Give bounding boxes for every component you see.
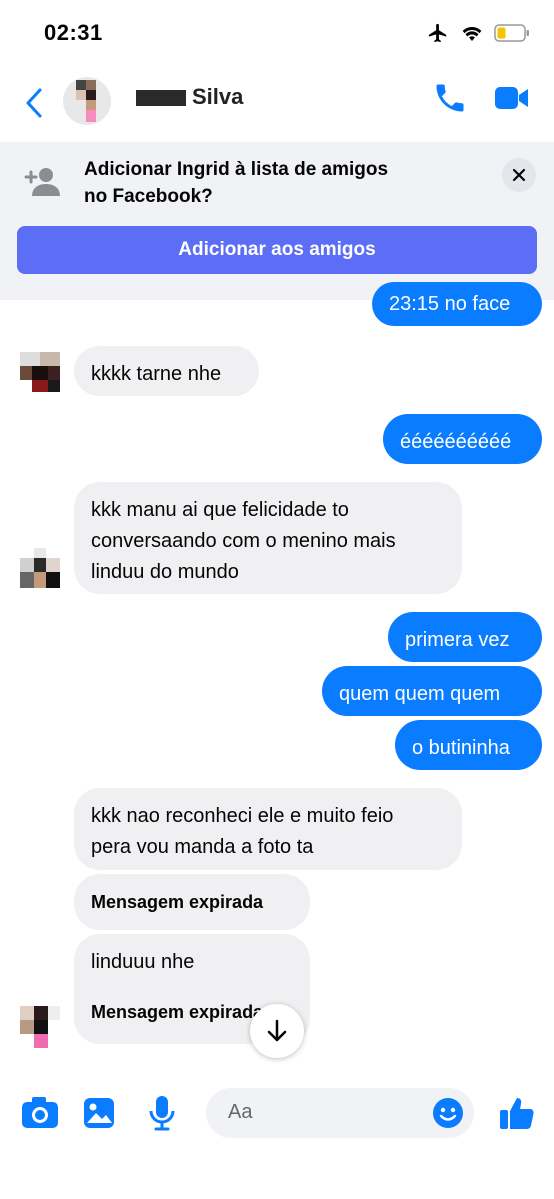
expired-message[interactable]: Mensagem expirada: [74, 874, 310, 930]
battery-icon: [494, 24, 529, 42]
avatar[interactable]: [20, 352, 60, 392]
avatar[interactable]: [20, 548, 60, 588]
message-outgoing-cut[interactable]: 23:15 no face: [372, 282, 542, 326]
banner-text: Adicionar Ingrid à lista de amigos no Fa…: [84, 159, 389, 207]
gallery-icon[interactable]: [82, 1096, 116, 1130]
message-input[interactable]: Aa: [206, 1088, 474, 1138]
chat-header: Silva: [0, 62, 554, 143]
emoji-icon[interactable]: [432, 1097, 464, 1129]
add-person-icon: [24, 168, 60, 196]
message-incoming[interactable]: kkk nao reconheci ele e muito feio pera …: [74, 788, 462, 870]
like-icon[interactable]: [498, 1094, 536, 1132]
airplane-icon: [428, 23, 447, 43]
message-outgoing[interactable]: éééééééééé: [383, 414, 542, 464]
close-icon: [512, 168, 526, 182]
avatar[interactable]: [62, 72, 112, 130]
add-friend-banner: Adicionar Ingrid à lista de amigos no Fa…: [0, 142, 554, 300]
back-chevron-icon[interactable]: [22, 86, 46, 120]
status-icons: [426, 22, 530, 44]
redaction-block: [136, 90, 186, 107]
status-time: 02:31: [44, 20, 103, 45]
add-friend-button[interactable]: Adicionar aos amigos: [17, 226, 537, 274]
close-button[interactable]: [502, 158, 536, 192]
phone-icon[interactable]: [432, 80, 468, 116]
message-outgoing[interactable]: o butininha: [395, 720, 542, 770]
arrow-down-icon: [267, 1019, 287, 1042]
message-incoming[interactable]: kkkk tarne nhe: [74, 346, 259, 396]
camera-icon[interactable]: [20, 1096, 60, 1130]
wifi-icon: [462, 26, 482, 41]
message-outgoing[interactable]: primera vez: [388, 612, 542, 662]
message-input-placeholder: Aa: [228, 1101, 253, 1123]
message-outgoing[interactable]: quem quem quem: [322, 666, 542, 716]
avatar[interactable]: [20, 1006, 60, 1048]
scroll-down-button[interactable]: [250, 1004, 304, 1058]
video-call-icon[interactable]: [494, 84, 530, 112]
message-incoming[interactable]: kkk manu ai que felicidade to conversaan…: [74, 482, 462, 594]
microphone-icon[interactable]: [148, 1094, 176, 1132]
contact-name[interactable]: Silva: [136, 84, 243, 110]
